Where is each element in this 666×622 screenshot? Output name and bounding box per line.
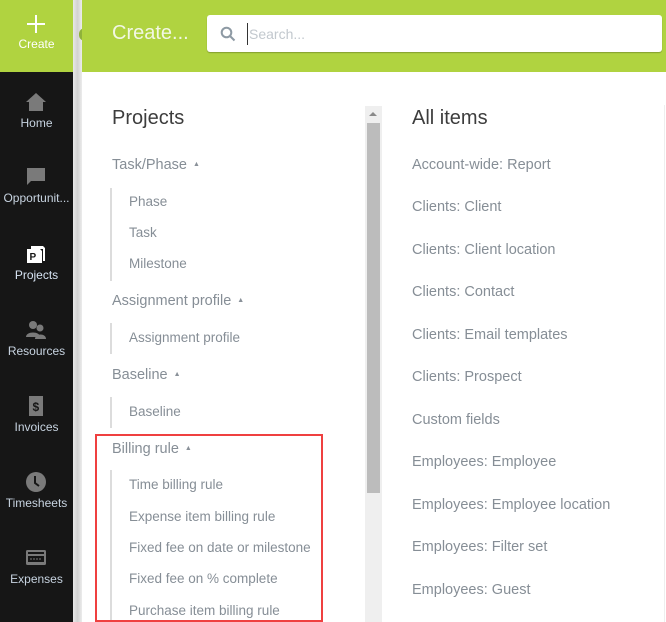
scroll-up-arrow-icon[interactable] (365, 106, 382, 123)
chat-bubble-icon (27, 168, 45, 185)
search-input[interactable] (247, 23, 647, 45)
create-header: Create... (82, 0, 666, 72)
credit-card-icon (26, 550, 46, 565)
group-header-assignment-profile[interactable]: Assignment profile ▲ (112, 293, 244, 309)
projects-icon: P (27, 246, 45, 263)
nav-label: Invoices (14, 420, 59, 434)
people-icon (26, 321, 46, 339)
plus-icon (27, 15, 45, 33)
nav-item-opportunities[interactable]: Opportunit... (0, 167, 73, 243)
group-indent-line (110, 323, 112, 354)
nav-label: Home (20, 116, 53, 130)
list-item[interactable]: Clients: Client location (412, 242, 555, 258)
list-item[interactable]: Time billing rule (129, 477, 223, 492)
list-item[interactable]: Account-wide: Report (412, 157, 551, 173)
create-button[interactable]: Create (0, 0, 73, 72)
search-box[interactable] (207, 15, 662, 52)
left-nav-sidebar: Create Home Opportunit... P Projects Res… (0, 0, 73, 622)
projects-scrollbar[interactable] (365, 106, 382, 622)
right-column-edge (664, 105, 665, 622)
group-label: Billing rule (112, 441, 179, 457)
list-item[interactable]: Task (129, 225, 157, 240)
create-label: Create (18, 37, 55, 51)
caret-up-icon: ▲ (184, 445, 192, 452)
svg-text:$: $ (33, 400, 40, 414)
dollar-document-icon: $ (29, 396, 43, 416)
caret-up-icon: ▲ (237, 297, 245, 304)
group-indent-line (110, 397, 112, 428)
nav-item-timesheets[interactable]: Timesheets (0, 472, 73, 548)
group-header-baseline[interactable]: Baseline ▲ (112, 367, 181, 383)
nav-label: Timesheets (5, 496, 68, 510)
group-label: Baseline (112, 367, 168, 383)
nav-label: Projects (14, 268, 59, 282)
group-label: Task/Phase (112, 157, 187, 173)
list-item[interactable]: Assignment profile (129, 330, 240, 345)
list-item[interactable]: Baseline (129, 404, 181, 419)
nav-item-expenses[interactable]: Expenses (0, 548, 73, 622)
group-label: Assignment profile (112, 293, 232, 309)
header-title: Create... (112, 22, 189, 44)
nav-label: Resources (7, 344, 66, 358)
nav-label: Opportunit... (3, 191, 70, 205)
list-item[interactable]: Milestone (129, 256, 187, 271)
clock-icon (26, 472, 46, 492)
projects-column-title: Projects (112, 107, 185, 129)
svg-text:P: P (30, 252, 37, 263)
caret-up-icon: ▲ (192, 161, 200, 168)
list-item[interactable]: Phase (129, 194, 167, 209)
nav-item-projects[interactable]: P Projects (0, 244, 73, 320)
nav-label: Expenses (10, 572, 63, 586)
list-item[interactable]: Employees: Guest (412, 582, 530, 598)
list-item[interactable]: Clients: Client (412, 199, 501, 215)
list-item[interactable]: Expense item billing rule (129, 509, 275, 524)
home-icon (26, 93, 46, 111)
caret-up-icon: ▲ (173, 371, 181, 378)
list-item[interactable]: Custom fields (412, 412, 500, 428)
list-item[interactable]: Fixed fee on % complete (129, 571, 278, 586)
group-indent-line (110, 470, 112, 622)
group-header-billing-rule[interactable]: Billing rule ▲ (112, 441, 192, 457)
nav-item-home[interactable]: Home (0, 92, 73, 168)
scroll-thumb[interactable] (367, 123, 380, 493)
list-item[interactable]: Fixed fee on date or milestone (129, 540, 311, 555)
billing-rule-highlight-box (95, 434, 323, 622)
list-item[interactable]: Purchase item billing rule (129, 603, 280, 618)
sidebar-divider (73, 0, 82, 622)
list-item[interactable]: Clients: Email templates (412, 327, 568, 343)
group-header-task-phase[interactable]: Task/Phase ▲ (112, 157, 200, 173)
list-item[interactable]: Employees: Filter set (412, 539, 547, 555)
list-item[interactable]: Employees: Employee (412, 454, 556, 470)
nav-item-invoices[interactable]: $ Invoices (0, 396, 73, 472)
list-item[interactable]: Clients: Prospect (412, 369, 522, 385)
nav-item-resources[interactable]: Resources (0, 320, 73, 396)
list-item[interactable]: Clients: Contact (412, 284, 514, 300)
all-items-column-title: All items (412, 107, 488, 129)
group-indent-line (110, 188, 112, 281)
search-icon (220, 26, 236, 42)
list-item[interactable]: Employees: Employee location (412, 497, 610, 513)
